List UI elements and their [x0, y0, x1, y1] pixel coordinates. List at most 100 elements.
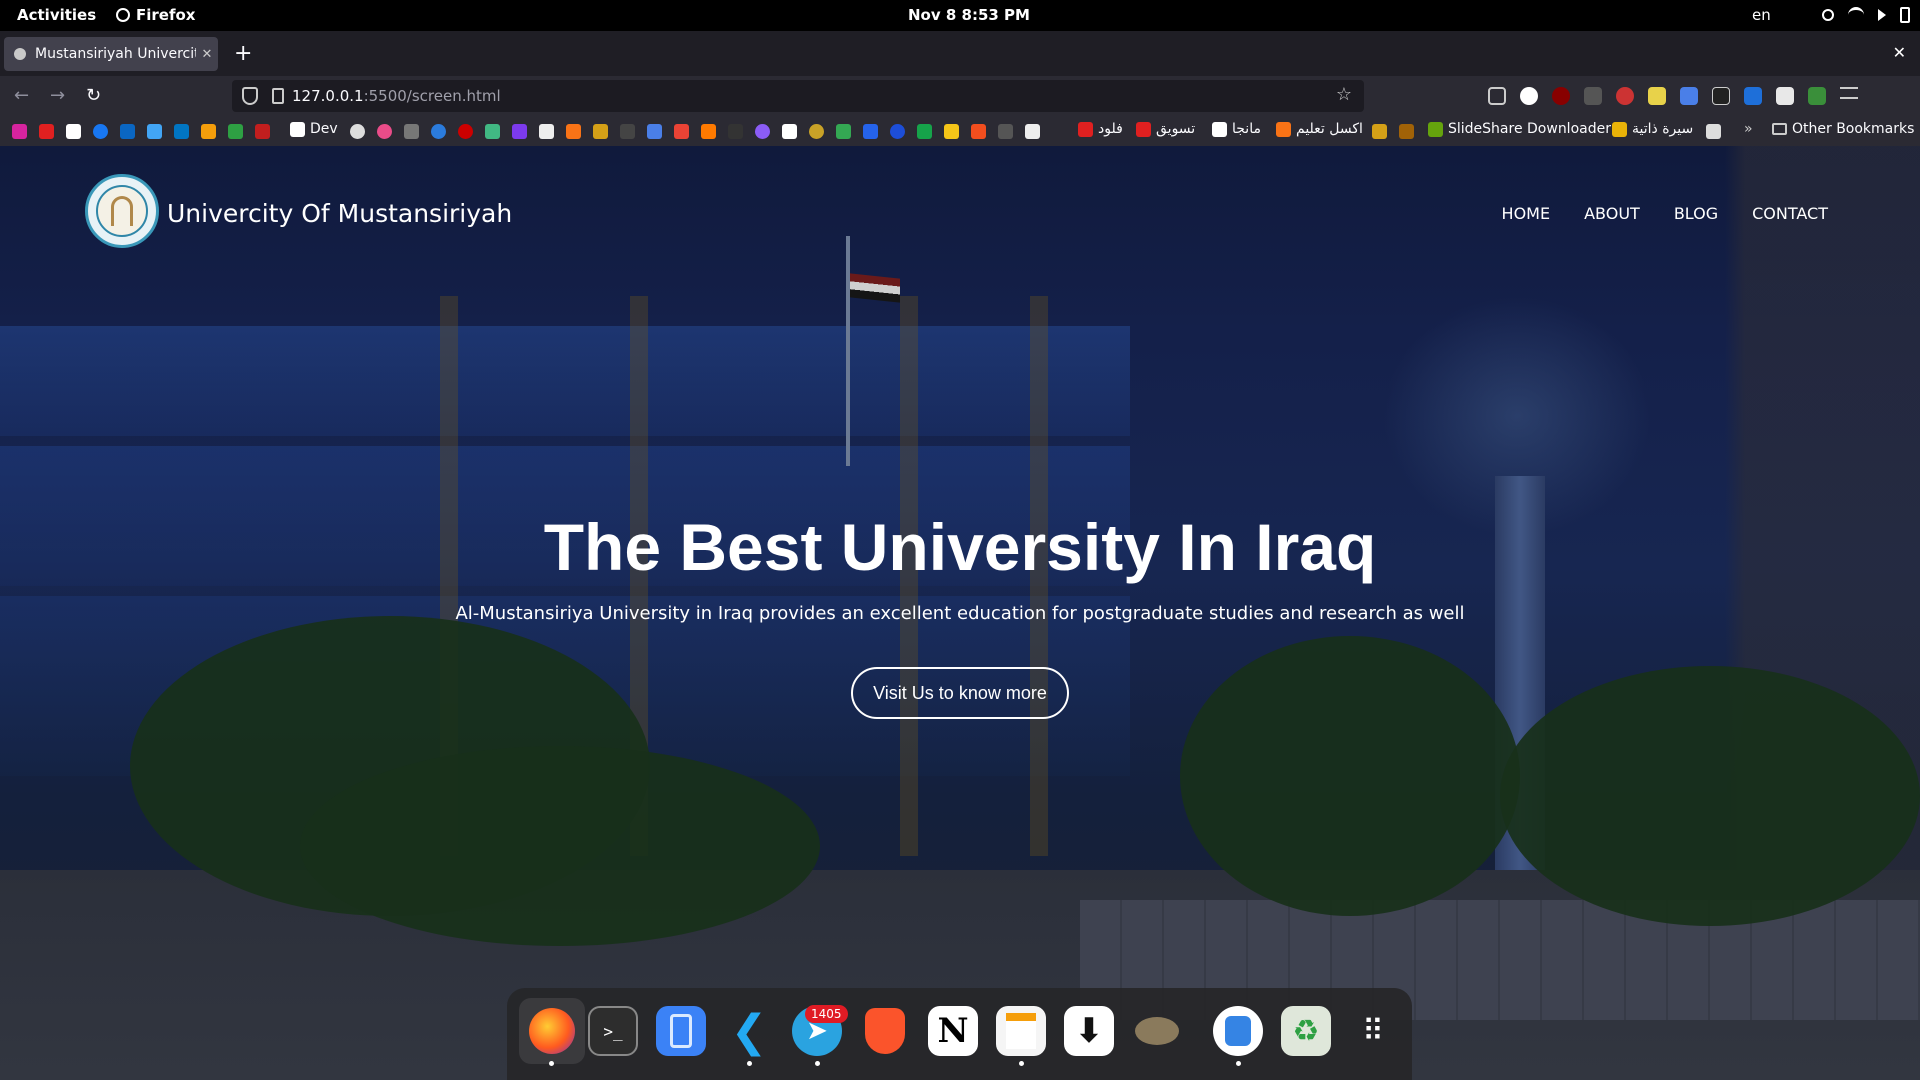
s-bookmark-icon[interactable] — [728, 124, 743, 139]
close-tab-icon[interactable]: ✕ — [196, 47, 218, 62]
shield-bookmark-icon[interactable] — [1372, 124, 1387, 139]
pocket-icon[interactable] — [1488, 87, 1506, 105]
bookmark-manga[interactable]: مانجا — [1212, 121, 1261, 137]
url-text[interactable]: 127.0.0.1:5500/screen.html — [292, 87, 501, 105]
figma-bookmark-icon[interactable] — [971, 124, 986, 139]
dribbble-bookmark-icon[interactable] — [377, 124, 392, 139]
new-tab-button[interactable]: + — [234, 41, 252, 66]
shield-icon[interactable] — [242, 87, 258, 105]
nav-contact-link[interactable]: CONTACT — [1752, 204, 1828, 223]
app-menu[interactable]: Firefox — [116, 6, 195, 24]
bookmark-akasl[interactable]: اكسل تعليم — [1276, 121, 1363, 137]
reload-icon[interactable]: ↻ — [86, 85, 101, 106]
gmail-bookmark-icon[interactable] — [674, 124, 689, 139]
m-bookmark-icon[interactable] — [566, 124, 581, 139]
clock[interactable]: Nov 8 8:53 PM — [908, 6, 1030, 24]
dock-text-editor[interactable] — [996, 1006, 1046, 1066]
files-icon — [670, 1014, 692, 1048]
twitch-bookmark-icon[interactable] — [512, 124, 527, 139]
menu-icon[interactable] — [1840, 87, 1858, 99]
wikipedia-icon[interactable] — [1520, 87, 1538, 105]
back-arrow-icon[interactable]: ← — [14, 85, 29, 106]
dock-brave[interactable] — [860, 1006, 910, 1056]
dock-app-grid[interactable]: ⠿ — [1349, 1006, 1399, 1056]
pdf-bookmark-icon[interactable] — [782, 124, 797, 139]
dock-files[interactable] — [656, 1006, 706, 1056]
other-bookmarks-folder[interactable]: Other Bookmarks — [1772, 121, 1914, 137]
forward-arrow-icon[interactable]: → — [50, 85, 65, 106]
vpn-icon[interactable] — [1744, 87, 1762, 105]
bookmarks-overflow-icon[interactable]: » — [1744, 121, 1753, 137]
nav-home-link[interactable]: HOME — [1502, 204, 1551, 223]
dock-downloader[interactable]: ⬇ — [1064, 1006, 1114, 1056]
bookmark-star-icon[interactable]: ☆ — [1336, 84, 1352, 105]
instagram-bookmark-icon[interactable] — [12, 124, 27, 139]
frame-bookmark-icon[interactable] — [998, 124, 1013, 139]
g-bookmark-icon[interactable] — [620, 124, 635, 139]
nav-about-link[interactable]: ABOUT — [1584, 204, 1640, 223]
trees-right — [1180, 636, 1520, 916]
ublock-icon[interactable] — [1552, 87, 1570, 105]
coin-bookmark-icon[interactable] — [809, 124, 824, 139]
circle-bookmark-icon[interactable] — [431, 124, 446, 139]
activities-button[interactable]: Activities — [17, 6, 96, 24]
v-bookmark-icon[interactable] — [255, 124, 270, 139]
leaf-bookmark-icon[interactable] — [917, 124, 932, 139]
stack-bookmark-icon[interactable] — [404, 124, 419, 139]
vue-bookmark-icon[interactable] — [485, 124, 500, 139]
bookmark-cv-label: سيرة ذاتية — [1632, 121, 1694, 137]
dark-mode-icon[interactable] — [1712, 87, 1730, 105]
drive-bookmark-icon[interactable] — [836, 124, 851, 139]
purple-bookmark-icon[interactable] — [755, 124, 770, 139]
translate-bookmark-icon[interactable] — [647, 124, 662, 139]
bookmark-dev[interactable]: Dev — [290, 121, 338, 137]
system-tray[interactable] — [1822, 7, 1910, 23]
mute-tab-icon[interactable] — [1584, 87, 1602, 105]
record-icon[interactable] — [1616, 87, 1634, 105]
note-extension-icon[interactable] — [1648, 87, 1666, 105]
close-window-button[interactable]: ✕ — [1893, 43, 1906, 62]
language-indicator[interactable]: en — [1752, 6, 1771, 24]
dock-software[interactable] — [1213, 1006, 1263, 1066]
hex-bookmark-icon[interactable] — [593, 124, 608, 139]
flutter-bookmark-icon[interactable] — [147, 124, 162, 139]
dart-bookmark-icon[interactable] — [174, 124, 189, 139]
github-bookmark-icon[interactable] — [350, 124, 365, 139]
k-bookmark-icon[interactable] — [539, 124, 554, 139]
bookmark-flood[interactable]: فلود — [1078, 121, 1123, 137]
dock-trash[interactable]: ♻ — [1281, 1006, 1331, 1056]
dock-terminal[interactable]: >_ — [588, 1006, 638, 1056]
tab-active[interactable]: Mustansiriyah Univercity ✕ — [4, 37, 218, 71]
dock-gimp[interactable] — [1132, 1006, 1182, 1056]
p-bookmark-icon[interactable] — [944, 124, 959, 139]
youtube-bookmark-icon[interactable] — [39, 124, 54, 139]
pinterest-bookmark-icon[interactable] — [458, 124, 473, 139]
dock-firefox[interactable] — [519, 998, 585, 1066]
url-bar[interactable]: 127.0.0.1:5500/screen.html ☆ — [232, 80, 1364, 112]
software-icon — [1225, 1016, 1251, 1046]
leaf-extension-icon[interactable] — [1808, 87, 1826, 105]
bookmark-cv[interactable]: سيرة ذاتية — [1612, 121, 1693, 137]
avatar-bookmark-icon[interactable] — [1399, 124, 1414, 139]
nav-blog-link[interactable]: BLOG — [1674, 204, 1718, 223]
site-title[interactable]: Univercity Of Mustansiriyah — [167, 199, 512, 228]
ai-bookmark-icon[interactable] — [701, 124, 716, 139]
dock-vscode[interactable]: ❮ — [724, 1006, 774, 1066]
calendar-extension-icon[interactable] — [1776, 87, 1794, 105]
linkedin-bookmark-icon[interactable] — [120, 124, 135, 139]
globe-bookmark-icon[interactable] — [890, 124, 905, 139]
visit-us-button[interactable]: Visit Us to know more — [851, 667, 1069, 719]
page-info-icon[interactable] — [272, 88, 284, 104]
w-bookmark-icon[interactable] — [228, 124, 243, 139]
facebook-bookmark-icon[interactable] — [93, 124, 108, 139]
bookmark-slideshare[interactable]: SlideShare Downloader — [1428, 121, 1611, 137]
st-bookmark-icon[interactable] — [1706, 124, 1721, 139]
3d-bookmark-icon[interactable] — [863, 124, 878, 139]
bookmark-marketing[interactable]: تسويق — [1136, 121, 1195, 137]
dock-notion[interactable]: N — [928, 1006, 978, 1056]
cursor-bookmark-icon[interactable] — [1025, 124, 1040, 139]
codepen-bookmark-icon[interactable] — [201, 124, 216, 139]
notion-bookmark-icon[interactable] — [66, 124, 81, 139]
university-logo[interactable] — [85, 174, 159, 248]
translate-icon[interactable] — [1680, 87, 1698, 105]
